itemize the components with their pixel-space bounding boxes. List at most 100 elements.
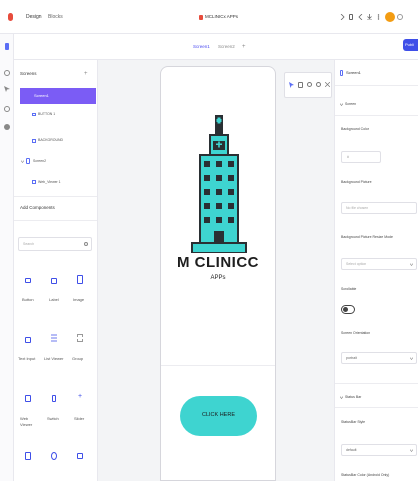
tree-item-background[interactable]: BACKGROUND: [38, 138, 63, 143]
component-label: Image: [73, 297, 85, 302]
mobile-icon[interactable]: [5, 43, 9, 50]
tree-item-screen2[interactable]: Screen2: [33, 159, 46, 164]
component-web-viewer[interactable]: Web Viewer: [18, 395, 40, 435]
screen-icon: [26, 158, 30, 164]
component-icon[interactable]: [51, 452, 57, 460]
hospital-building-image[interactable]: [188, 115, 250, 253]
switch-icon: [52, 395, 56, 402]
text-input-icon: [25, 337, 31, 343]
chevron-down-icon: [410, 263, 413, 266]
zoom-in-icon[interactable]: [307, 82, 312, 87]
component-text-input[interactable]: Text Input: [18, 337, 40, 367]
group-icon: [77, 334, 83, 342]
list-icon: [51, 334, 57, 342]
add-components-heading: Add Components: [20, 205, 55, 210]
component-label: Group: [72, 356, 84, 361]
click-here-button[interactable]: CLICK HERE: [180, 396, 257, 436]
component-label: Web Viewer: [20, 416, 33, 427]
image-icon: [77, 275, 83, 284]
divider: [14, 220, 97, 221]
share-icon[interactable]: [358, 14, 363, 20]
tab-design[interactable]: Design: [26, 15, 42, 20]
settings-icon[interactable]: [4, 124, 10, 130]
orientation-label: Screen Orientation: [341, 331, 371, 335]
bg-color-field[interactable]: #: [341, 151, 381, 163]
tab-screen2[interactable]: Screen2: [218, 44, 235, 50]
scrollable-label: Scrollable: [341, 287, 357, 291]
component-slider[interactable]: + Slider: [70, 393, 92, 425]
selected-component-name: Screen1: [346, 70, 361, 75]
pan-icon[interactable]: [298, 82, 303, 88]
orientation-value: portrait: [346, 356, 357, 360]
tree-item-button1[interactable]: BUTTON 1: [38, 112, 55, 117]
download-icon[interactable]: [367, 14, 372, 20]
section-screen-heading[interactable]: Screen: [345, 102, 356, 107]
globe-icon[interactable]: [4, 70, 10, 76]
tree-item-web-viewer[interactable]: Web_Viewer 1: [38, 180, 61, 185]
component-list-viewer[interactable]: List Viewer: [44, 334, 66, 367]
divider: [335, 407, 418, 408]
section-status-bar-heading[interactable]: Status Bar: [345, 395, 361, 400]
divider: [335, 383, 418, 384]
fit-icon[interactable]: [325, 82, 330, 87]
avatar-secondary[interactable]: [397, 14, 403, 20]
zoom-out-icon[interactable]: [316, 82, 321, 87]
add-screen-icon[interactable]: +: [84, 71, 88, 77]
bg-resize-label: Background Picture Resize Mode: [341, 235, 393, 239]
image-icon: [32, 139, 36, 143]
bg-resize-value: Select option: [346, 262, 367, 266]
tree-item-label: Screen1: [34, 93, 49, 98]
logo-icon: [8, 13, 13, 21]
button-icon: [25, 278, 31, 283]
component-image[interactable]: Image: [70, 275, 92, 308]
tab-blocks[interactable]: Blocks: [48, 15, 63, 20]
screen-icon: [340, 70, 343, 76]
chevron-down-icon: [410, 357, 413, 360]
component-label-widget[interactable]: Label: [44, 278, 66, 308]
chevron-down-icon[interactable]: [21, 160, 24, 163]
component-icon[interactable]: [25, 452, 31, 460]
add-screen-button[interactable]: +: [242, 44, 246, 50]
publish-button[interactable]: Publi: [403, 39, 418, 51]
cursor-icon[interactable]: [4, 86, 10, 92]
device-icon[interactable]: [349, 14, 353, 20]
tree-item-screen1[interactable]: Screen1: [20, 88, 96, 104]
more-icon[interactable]: [377, 14, 380, 20]
tab-screen1[interactable]: Screen1: [193, 44, 210, 50]
bg-resize-select[interactable]: Select option: [341, 258, 417, 270]
component-button[interactable]: Button: [18, 278, 40, 308]
component-group[interactable]: Group: [70, 334, 92, 367]
chevron-down-icon[interactable]: [340, 103, 343, 106]
component-switch[interactable]: Switch: [44, 395, 66, 425]
component-search-input[interactable]: Search: [18, 237, 92, 251]
component-icon[interactable]: [77, 453, 83, 459]
left-rail: [0, 34, 14, 481]
section-divider: [161, 365, 275, 366]
publish-label: Publi: [405, 42, 414, 47]
button-icon: [32, 113, 36, 116]
bg-color-value: #: [347, 155, 349, 159]
search-placeholder: Search: [23, 242, 35, 246]
statusbar-style-value: default: [346, 448, 357, 452]
scrollable-toggle[interactable]: [341, 305, 355, 314]
bg-picture-value: No file chosen: [346, 206, 369, 210]
component-label: Text Input: [18, 356, 36, 361]
click-here-label: CLICK HERE: [201, 412, 235, 418]
chevron-down-icon[interactable]: [340, 396, 343, 399]
screen-tab-bar: Screen1 Screen2 + Publi: [0, 34, 418, 60]
statusbar-style-select[interactable]: default: [341, 444, 417, 456]
avatar[interactable]: [385, 12, 395, 22]
orientation-select[interactable]: portrait: [341, 352, 417, 364]
web-viewer-icon: [25, 395, 31, 402]
brand-subtitle: APPs: [210, 275, 226, 281]
bg-picture-field[interactable]: No file chosen: [341, 202, 417, 214]
divider: [14, 196, 97, 197]
help-icon[interactable]: [4, 106, 10, 112]
component-label: Switch: [47, 416, 59, 421]
properties-panel: Screen1 Screen Background Color # Backgr…: [334, 60, 418, 481]
select-icon[interactable]: [289, 82, 294, 88]
slider-icon: +: [78, 393, 83, 400]
left-panel: Screens + Screen1 BUTTON 1 BACKGROUND Sc…: [14, 60, 98, 481]
statusbar-style-label: StatusBar Style: [341, 420, 366, 424]
play-icon[interactable]: [340, 14, 345, 20]
